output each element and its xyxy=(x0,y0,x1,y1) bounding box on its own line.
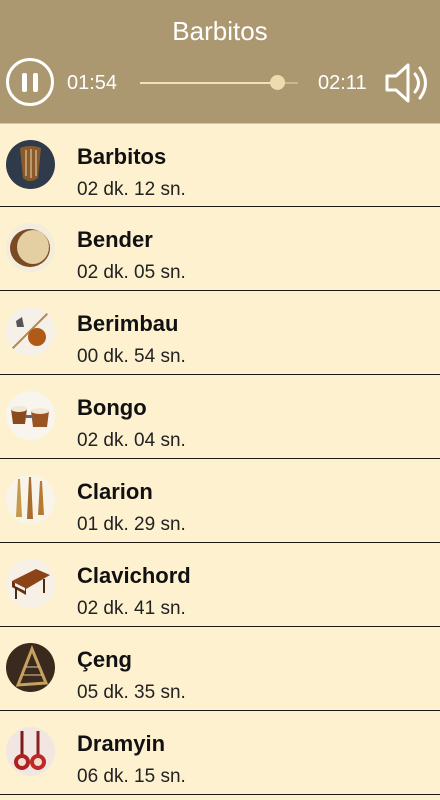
track-item[interactable]: Dramyin 06 dk. 15 sn. xyxy=(0,711,440,795)
track-duration: 02 dk. 41 sn. xyxy=(77,598,186,619)
track-duration: 01 dk. 29 sn. xyxy=(77,514,186,535)
player-header: Barbitos 01:54 02:11 xyxy=(0,0,440,123)
track-name: Bender xyxy=(77,227,153,252)
track-item[interactable]: Bender 02 dk. 05 sn. xyxy=(0,207,440,291)
track-item[interactable]: Barbitos 02 dk. 12 sn. xyxy=(0,123,440,207)
track-duration: 02 dk. 04 sn. xyxy=(77,430,186,451)
track-name: Çeng xyxy=(77,647,132,672)
ceng-thumbnail xyxy=(6,643,55,692)
track-duration: 06 dk. 15 sn. xyxy=(77,766,186,787)
seek-bar[interactable] xyxy=(140,75,298,90)
track-name: Barbitos xyxy=(77,144,167,169)
track-item[interactable]: Bongo 02 dk. 04 sn. xyxy=(0,375,440,459)
total-time: 02:11 xyxy=(318,72,367,94)
pause-icon xyxy=(22,73,27,92)
seek-bar-progress xyxy=(140,82,278,84)
track-name: Berimbau xyxy=(77,311,179,336)
track-duration: 02 dk. 05 sn. xyxy=(77,262,186,283)
track-duration: 00 dk. 54 sn. xyxy=(77,346,186,367)
barbitos-thumbnail xyxy=(6,140,55,189)
track-item[interactable]: Berimbau 00 dk. 54 sn. xyxy=(0,291,440,375)
track-item[interactable]: Clavichord 02 dk. 41 sn. xyxy=(0,543,440,627)
seek-bar-thumb[interactable] xyxy=(270,75,286,90)
track-duration: 05 dk. 35 sn. xyxy=(77,682,186,703)
track-name: Clavichord xyxy=(77,563,191,588)
speaker-icon xyxy=(385,63,427,103)
volume-button[interactable] xyxy=(381,58,431,108)
bender-thumbnail xyxy=(6,223,55,272)
track-item[interactable]: Clarion 01 dk. 29 sn. xyxy=(0,459,440,543)
bongo-thumbnail xyxy=(6,391,55,440)
track-name: Dramyin xyxy=(77,731,166,756)
dramyin-thumbnail xyxy=(6,727,55,776)
now-playing-title: Barbitos xyxy=(172,16,268,46)
clarion-thumbnail xyxy=(6,475,55,524)
track-item[interactable]: Çeng 05 dk. 35 sn. xyxy=(0,627,440,711)
current-time: 01:54 xyxy=(67,72,118,94)
track-name: Bongo xyxy=(77,395,147,420)
clavichord-thumbnail xyxy=(6,559,55,608)
track-name: Clarion xyxy=(77,479,153,504)
track-duration: 02 dk. 12 sn. xyxy=(77,179,186,200)
track-list: Barbitos 02 dk. 12 sn. Bender 02 dk. 05 … xyxy=(0,123,440,795)
berimbau-thumbnail xyxy=(6,307,55,356)
pause-button[interactable] xyxy=(6,58,54,106)
